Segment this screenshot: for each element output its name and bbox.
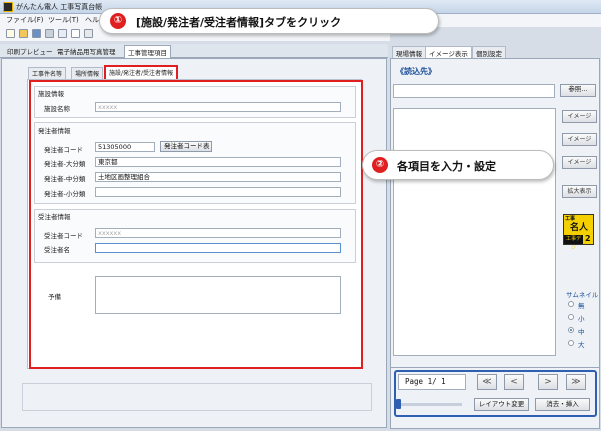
- subtab-facility-orderer-contractor[interactable]: 施設/発注者/受注者情報: [104, 65, 179, 79]
- zoom-display-button[interactable]: 拡大表示: [562, 185, 597, 198]
- callout-1-text: [施設/発注者/受注者情報]タブをクリック: [136, 16, 342, 29]
- menu-help[interactable]: ヘル: [85, 15, 99, 25]
- callout-1-number: ①: [110, 13, 126, 29]
- print-icon[interactable]: [45, 29, 54, 38]
- app-icon: [3, 2, 13, 12]
- browse-button[interactable]: 参照...: [560, 84, 596, 97]
- thumbnail-small-radio[interactable]: [568, 314, 574, 320]
- badge-line-2: 名人: [570, 223, 589, 233]
- subtab-location[interactable]: 場所情報: [71, 67, 104, 79]
- thumbnail-large-radio[interactable]: [568, 340, 574, 346]
- prev-page-button[interactable]: <: [504, 374, 524, 390]
- thumbnail-small-label: 小: [578, 315, 585, 323]
- first-page-button[interactable]: ≪: [477, 374, 497, 390]
- thumbnail-none-label: 無: [578, 302, 585, 310]
- next-page-button[interactable]: >: [538, 374, 558, 390]
- thumbnail-medium-label: 中: [578, 328, 585, 336]
- document-icon[interactable]: [71, 29, 80, 38]
- layout-change-button[interactable]: レイアウト変更: [474, 398, 529, 411]
- rtab-site-info[interactable]: 現場情報: [392, 46, 426, 58]
- highlight-box: [29, 80, 363, 369]
- delete-insert-button[interactable]: 消去・挿入: [535, 398, 590, 411]
- window-title: がんたん電人 工事写真台帳: [16, 3, 103, 11]
- image-preview-area: [393, 108, 556, 356]
- rtab-individual-settings[interactable]: 個別設定: [472, 46, 506, 58]
- image-button-2[interactable]: イメージ: [562, 133, 597, 146]
- tab-electronic-delivery[interactable]: 電子納品用写真管理: [54, 45, 119, 58]
- tab-print-preview[interactable]: 印刷プレビュー: [4, 45, 56, 58]
- badge-line-3: 工事デジ: [564, 235, 583, 251]
- copy-icon[interactable]: [58, 29, 67, 38]
- last-page-button[interactable]: ≫: [566, 374, 586, 390]
- rtab-image-display[interactable]: イメージ表示: [425, 46, 472, 58]
- zoom-slider-track: [400, 403, 462, 406]
- read-source-input[interactable]: [393, 84, 555, 98]
- read-source-heading: 《読込先》: [396, 67, 436, 76]
- zoom-slider-handle[interactable]: [396, 399, 401, 409]
- callout-2-text: 各項目を入力・設定: [397, 160, 496, 173]
- thumbnail-medium-radio[interactable]: [568, 327, 574, 333]
- callout-2-number: ②: [372, 157, 388, 173]
- thumbnail-none-radio[interactable]: [568, 301, 574, 307]
- save-icon[interactable]: [32, 29, 41, 38]
- thumbnail-label: サムネイル: [566, 291, 599, 299]
- open-folder-icon[interactable]: [19, 29, 28, 38]
- image-button-1[interactable]: イメージ: [562, 110, 597, 123]
- menu-tools[interactable]: ツール(T): [48, 15, 79, 25]
- menu-file[interactable]: ファイル(F): [6, 15, 44, 25]
- image-button-3[interactable]: イメージ: [562, 156, 597, 169]
- subtab-project-name[interactable]: 工事件名等: [28, 67, 67, 79]
- page-indicator: Page 1/ 1: [398, 374, 466, 390]
- thumbnail-large-label: 大: [578, 341, 585, 349]
- badge-line-4: 2: [585, 234, 591, 243]
- new-file-icon[interactable]: [6, 29, 15, 38]
- tab-construction-items[interactable]: 工事管理項目: [124, 45, 171, 58]
- product-badge-icon: 工事 名人 工事デジ 2: [563, 214, 594, 251]
- photo-icon[interactable]: [84, 29, 93, 38]
- status-area: [22, 383, 372, 411]
